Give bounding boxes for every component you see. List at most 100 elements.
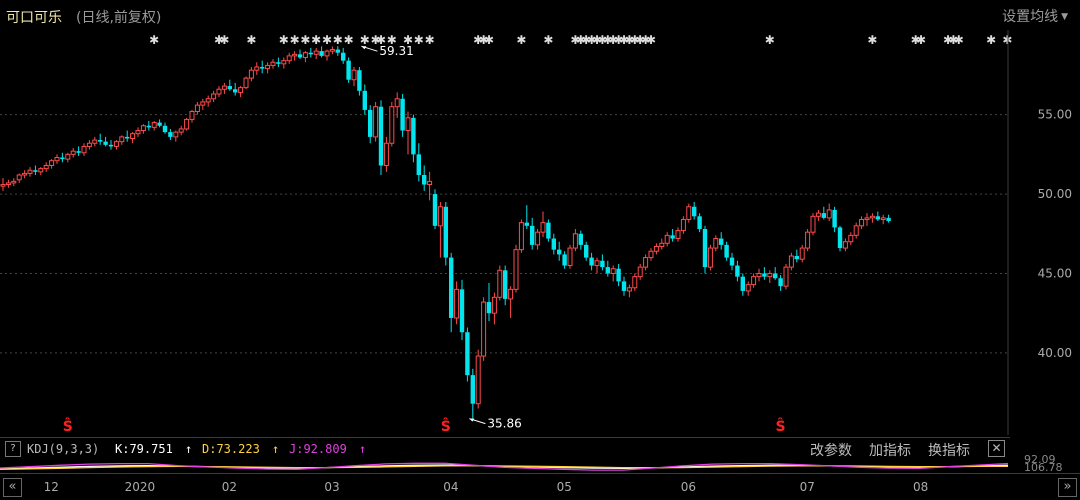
scroll-left-button[interactable]: « [3, 478, 22, 497]
candle-body [437, 206, 443, 227]
candle-body [767, 272, 773, 278]
star-mark-icon: ✱ [219, 33, 229, 47]
candle-body [486, 302, 492, 314]
help-button[interactable]: ? [5, 441, 21, 457]
candle-body [875, 216, 880, 220]
k-value: K:79.751 [115, 442, 173, 456]
star-mark-icon: ✱ [311, 33, 321, 47]
candle-body [680, 218, 686, 232]
candle-body [616, 268, 621, 282]
candle-body [724, 244, 729, 258]
price-annotations: 59.31 35.86 [361, 44, 522, 431]
candle-body [880, 217, 886, 220]
scroll-right-button[interactable]: » [1058, 478, 1077, 497]
candlestick-chart[interactable]: ✱ ✱✱ ✱ ✱ ✱ ✱ ✱ ✱ ✱ ✱ ✱ ✱✱ ✱ ✱ ✱ ✱ ✱✱✱ ✱ ✱ ✱✱✱✱✱✱✱✱✱✱✱✱✱✱✱ ✱ ✱… [0, 30, 1080, 435]
candle-body [546, 222, 551, 239]
ma-settings-button[interactable]: 设置均线 ▼ [1002, 6, 1068, 26]
candle-body [168, 132, 173, 137]
kdj-chart [0, 462, 1008, 471]
star-mark-icon: ✱ [484, 33, 494, 47]
candle-body [459, 289, 465, 333]
y-axis-labels: 40.00 45.00 50.00 55.00 [1038, 108, 1072, 360]
candle-body [135, 130, 141, 135]
candle-body [432, 194, 438, 226]
candle-body [81, 145, 87, 154]
candle-body [470, 375, 475, 404]
candle-body [540, 222, 546, 233]
candle-body [125, 136, 130, 139]
s-signal-icon: Ŝ [63, 417, 73, 435]
candle-body [351, 69, 357, 81]
candle-body [518, 222, 524, 251]
candle-body [584, 244, 589, 258]
indicator-bar: ? KDJ(9,3,3) K:79.751 ↑ D:73.223 ↑ J:92.… [0, 437, 1010, 460]
candle-body [65, 153, 71, 160]
ma-settings-label: 设置均线 [1002, 9, 1059, 25]
candle-body [270, 61, 276, 66]
candle-body [427, 180, 433, 186]
candle-body [773, 273, 778, 279]
candle-body [778, 278, 783, 287]
candle-body [475, 355, 481, 405]
candle-body [33, 170, 38, 172]
j-arrow-icon: ↑ [359, 442, 367, 456]
star-mark-icon: ✱ [246, 33, 256, 47]
candle-body [260, 67, 265, 69]
candle-body [697, 216, 702, 230]
candle-body [594, 260, 600, 267]
star-mark-icon: ✱ [646, 33, 656, 47]
add-indicator-button[interactable]: 加指标 [869, 440, 911, 460]
candle-body [5, 182, 11, 186]
candle-body [38, 168, 44, 173]
candle-body [130, 133, 136, 139]
candle-body [454, 288, 460, 319]
x-tick-label: 04 [443, 480, 459, 494]
candle-body [637, 266, 643, 278]
j-value: J:92.809 [289, 442, 347, 456]
candle-body [551, 238, 556, 250]
x-tick-label: 06 [680, 480, 697, 494]
candle-body [632, 276, 638, 289]
candle-body [11, 180, 17, 184]
star-mark-icon: ✱ [867, 33, 877, 47]
price-annotation-label: 59.31 [379, 44, 413, 58]
candle-body [503, 270, 508, 299]
star-mark-icon: ✱ [149, 33, 159, 47]
candle-body [113, 141, 119, 147]
star-mark-icon: ✱ [360, 33, 370, 47]
candle-body [837, 227, 843, 249]
y-tick-label: 45.00 [1038, 266, 1072, 280]
candle-body [794, 256, 799, 260]
candle-body [0, 184, 6, 187]
edit-params-button[interactable]: 改参数 [810, 440, 852, 460]
star-mark-icon: ✱ [543, 33, 553, 47]
d-value: D:73.223 [202, 442, 260, 456]
candle-body [60, 157, 65, 160]
candle-body [707, 247, 713, 268]
candle-body [292, 53, 298, 57]
candle-body [643, 257, 649, 268]
candle-body [86, 142, 92, 147]
candle-body [449, 257, 454, 318]
candle-body [49, 160, 55, 166]
candle-body [238, 87, 244, 93]
candle-body [610, 268, 616, 274]
candle-body [692, 206, 697, 217]
candle-body [103, 141, 108, 145]
candle-body [848, 234, 854, 243]
candle-body [411, 117, 416, 155]
candle-body [378, 106, 384, 166]
candle-body [589, 257, 594, 266]
x-tick-label: 03 [324, 480, 340, 494]
candle-body [832, 209, 837, 228]
star-mark-icon: ✱ [516, 33, 526, 47]
star-mark-icon: ✱ [916, 33, 926, 47]
switch-indicator-button[interactable]: 换指标 [928, 440, 970, 460]
candle-body [76, 151, 81, 153]
close-icon[interactable]: ✕ [988, 440, 1005, 457]
candle-body [524, 222, 529, 226]
candle-body [200, 101, 206, 106]
candle-body [286, 55, 292, 62]
stock-chart-window: { "header": {"title": "可口可乐", "subtitle"… [0, 0, 1080, 500]
s-signal-icon: Ŝ [776, 417, 786, 435]
